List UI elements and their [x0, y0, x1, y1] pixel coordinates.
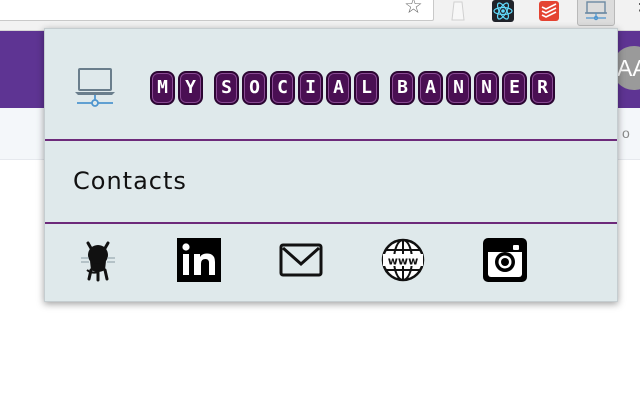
divider	[45, 139, 617, 141]
banner-title-letter: L	[354, 71, 379, 105]
bookmark-star-icon[interactable]: ☆	[404, 0, 423, 17]
instagram-icon[interactable]	[482, 237, 528, 283]
banner-title-letter: A	[326, 71, 351, 105]
address-bar[interactable]	[0, 0, 434, 21]
www-globe-icon[interactable]: www	[380, 237, 426, 283]
banner-title-letter: N	[474, 71, 499, 105]
banner-title-letter: N	[446, 71, 471, 105]
linkedin-icon[interactable]	[176, 237, 222, 283]
banner-title-letter: B	[390, 71, 415, 105]
browser-menu-icon[interactable]: ⋮	[631, 0, 640, 15]
laptop-network-icon	[585, 1, 607, 21]
svg-text:www: www	[388, 255, 419, 268]
banner-title-letter: A	[418, 71, 443, 105]
github-icon[interactable]	[75, 237, 121, 283]
banner-title-space	[206, 71, 211, 105]
react-devtools-icon[interactable]	[492, 0, 514, 22]
banner-title-letter: Y	[178, 71, 203, 105]
banner-title-letter: R	[530, 71, 555, 105]
laptop-network-icon	[75, 68, 115, 107]
mail-icon[interactable]	[278, 237, 324, 283]
banner-title-letter: S	[214, 71, 239, 105]
banner-title: MYSOCIALBANNER	[150, 71, 555, 105]
divider	[45, 222, 617, 224]
extension-popup: MYSOCIALBANNER Contacts www	[44, 28, 618, 302]
social-banner-extension-button[interactable]	[577, 0, 615, 26]
banner-title-letter: O	[242, 71, 267, 105]
contacts-heading: Contacts	[73, 167, 187, 195]
popup-header: MYSOCIALBANNER	[45, 29, 617, 139]
banner-title-letter: M	[150, 71, 175, 105]
banner-title-letter: E	[502, 71, 527, 105]
banner-title-letter: C	[270, 71, 295, 105]
todoist-icon[interactable]	[538, 0, 560, 22]
banner-title-letter: I	[298, 71, 323, 105]
banner-title-space	[382, 71, 387, 105]
social-links-row: www	[45, 225, 617, 301]
browser-toolbar: ☆ ⋮	[0, 0, 640, 31]
page-subbar-text: o	[622, 125, 630, 141]
extension-blank-icon[interactable]	[447, 0, 469, 22]
